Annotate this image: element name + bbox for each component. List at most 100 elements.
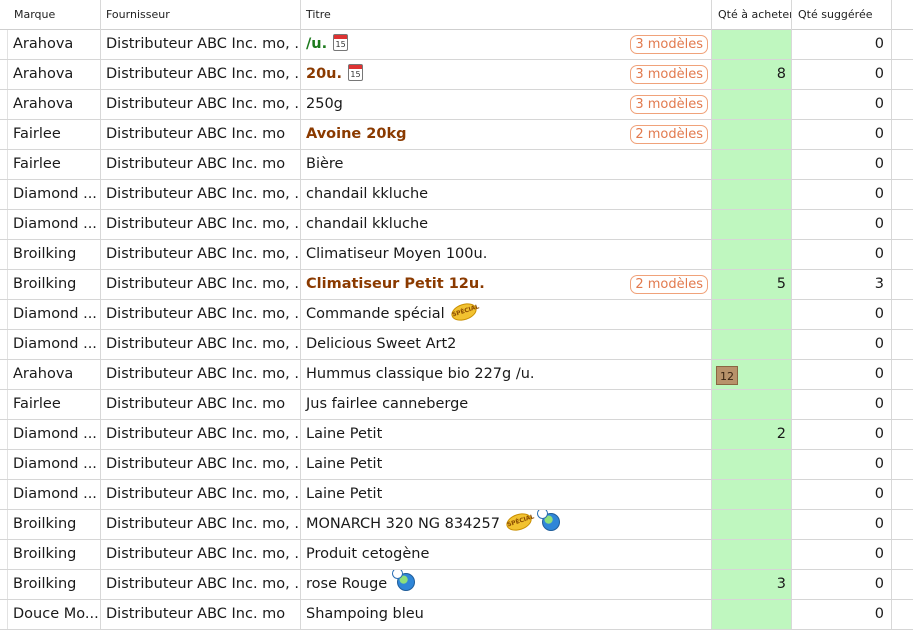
row-indicator[interactable]	[0, 390, 8, 419]
table-row[interactable]: Broilking Distributeur ABC Inc. mo, ... Cl…	[0, 270, 913, 300]
table-row[interactable]: Broilking Distributeur ABC Inc. mo, ... ro…	[0, 570, 913, 600]
titre-text: Climatiseur Moyen 100u.	[306, 246, 488, 262]
row-indicator[interactable]	[0, 480, 8, 509]
cell-fournisseur: Distributeur ABC Inc. mo, ...	[101, 360, 301, 389]
cell-extra	[892, 270, 913, 299]
row-indicator[interactable]	[0, 600, 8, 629]
qty-to-buy-input[interactable]	[712, 390, 792, 419]
column-header-titre[interactable]: Titre	[301, 0, 712, 30]
qty-to-buy-input[interactable]	[712, 600, 792, 629]
qty-to-buy-input[interactable]	[712, 180, 792, 209]
cell-fournisseur: Distributeur ABC Inc. mo	[101, 600, 301, 629]
row-indicator[interactable]	[0, 120, 8, 149]
models-badge[interactable]: 3 modèles	[630, 95, 708, 114]
table-row[interactable]: Diamond ... Distributeur ABC Inc. mo, ...…	[0, 180, 913, 210]
table-row[interactable]: Douce Mo... Distributeur ABC Inc. mo Shamp…	[0, 600, 913, 630]
row-indicator[interactable]	[0, 180, 8, 209]
table-row[interactable]: Fairlee Distributeur ABC Inc. mo Avoine 20…	[0, 120, 913, 150]
table-row[interactable]: Arahova Distributeur ABC Inc. mo, ... Humm…	[0, 360, 913, 390]
titre-text: Bière	[306, 156, 344, 172]
cell-extra	[892, 330, 913, 359]
column-header-extra[interactable]	[892, 0, 913, 30]
row-indicator[interactable]	[0, 90, 8, 119]
cell-qty-suggested: 0	[792, 150, 892, 179]
cell-qty-suggested: 0	[792, 480, 892, 509]
cell-titre: Jus fairlee canneberge	[301, 390, 712, 419]
table-row[interactable]: Diamond ... Distributeur ABC Inc. mo, ...…	[0, 450, 913, 480]
qty-to-buy-input[interactable]	[712, 330, 792, 359]
table-row[interactable]: Broilking Distributeur ABC Inc. mo, ... Cl…	[0, 240, 913, 270]
titre-text: Laine Petit	[306, 426, 383, 442]
qty-to-buy-input[interactable]: 12	[712, 360, 792, 389]
table-row[interactable]: Diamond ... Distributeur ABC Inc. mo, ...…	[0, 330, 913, 360]
cell-titre: Climatiseur Moyen 100u.	[301, 240, 712, 269]
column-header-qte-acheter[interactable]: Qté à acheter	[712, 0, 792, 30]
cell-fournisseur: Distributeur ABC Inc. mo, ...	[101, 300, 301, 329]
cell-titre: Laine Petit	[301, 420, 712, 449]
qty-to-buy-input[interactable]: 2	[712, 420, 792, 449]
qty-to-buy-input[interactable]	[712, 510, 792, 539]
row-indicator[interactable]	[0, 210, 8, 239]
row-indicator[interactable]	[0, 360, 8, 389]
qty-to-buy-input[interactable]	[712, 120, 792, 149]
cell-qty-suggested: 0	[792, 240, 892, 269]
cell-marque: Arahova	[8, 90, 101, 119]
table-row[interactable]: Diamond ... Distributeur ABC Inc. mo, ...…	[0, 420, 913, 450]
cell-extra	[892, 540, 913, 569]
qty-to-buy-input[interactable]	[712, 300, 792, 329]
qty-to-buy-input[interactable]	[712, 480, 792, 509]
cell-extra	[892, 150, 913, 179]
qty-to-buy-input[interactable]	[712, 240, 792, 269]
row-indicator[interactable]	[0, 30, 8, 59]
models-badge[interactable]: 3 modèles	[630, 35, 708, 54]
qty-to-buy-input[interactable]: 3	[712, 570, 792, 599]
qty-to-buy-input[interactable]	[712, 210, 792, 239]
row-indicator[interactable]	[0, 300, 8, 329]
qty-to-buy-input[interactable]: 8	[712, 60, 792, 89]
qty-to-buy-input[interactable]	[712, 450, 792, 479]
row-indicator[interactable]	[0, 510, 8, 539]
models-badge[interactable]: 3 modèles	[630, 65, 708, 84]
table-row[interactable]: Broilking Distributeur ABC Inc. mo, ... MO…	[0, 510, 913, 540]
qty-to-buy-input[interactable]	[712, 540, 792, 569]
cell-titre: Climatiseur Petit 12u. 2 modèles	[301, 270, 712, 299]
table-row[interactable]: Diamond ... Distributeur ABC Inc. mo, ...…	[0, 300, 913, 330]
row-indicator[interactable]	[0, 450, 8, 479]
row-indicator[interactable]	[0, 570, 8, 599]
models-badge[interactable]: 2 modèles	[630, 275, 708, 294]
cell-titre: rose Rouge	[301, 570, 712, 599]
cell-qty-suggested: 0	[792, 420, 892, 449]
titre-text: rose Rouge	[306, 576, 388, 592]
table-row[interactable]: Arahova Distributeur ABC Inc. mo, ... 250g…	[0, 90, 913, 120]
row-indicator[interactable]	[0, 420, 8, 449]
row-indicator[interactable]	[0, 150, 8, 179]
row-indicator[interactable]	[0, 270, 8, 299]
table-row[interactable]: Fairlee Distributeur ABC Inc. mo Jus fairl…	[0, 390, 913, 420]
qty-to-buy-input[interactable]	[712, 30, 792, 59]
table-row[interactable]: Diamond ... Distributeur ABC Inc. mo, ...…	[0, 480, 913, 510]
table-row[interactable]: Arahova Distributeur ABC Inc. mo, ... 20u.…	[0, 60, 913, 90]
titre-text: Climatiseur Petit 12u.	[306, 276, 485, 292]
table-row[interactable]: Broilking Distributeur ABC Inc. mo, ... Pr…	[0, 540, 913, 570]
titre-text: Delicious Sweet Art2	[306, 336, 457, 352]
row-indicator[interactable]	[0, 240, 8, 269]
cell-fournisseur: Distributeur ABC Inc. mo, ...	[101, 90, 301, 119]
cell-titre: Hummus classique bio 227g /u.	[301, 360, 712, 389]
column-header-fournisseur[interactable]: Fournisseur	[101, 0, 301, 30]
column-header-qte-suggeree[interactable]: Qté suggérée	[792, 0, 892, 30]
cell-extra	[892, 480, 913, 509]
table-row[interactable]: Diamond ... Distributeur ABC Inc. mo, ...…	[0, 210, 913, 240]
row-indicator[interactable]	[0, 60, 8, 89]
table-row[interactable]: Arahova Distributeur ABC Inc. mo, ... /u. 1…	[0, 30, 913, 60]
qty-to-buy-input[interactable]: 5	[712, 270, 792, 299]
qty-to-buy-input[interactable]	[712, 90, 792, 119]
cell-titre: Bière	[301, 150, 712, 179]
row-indicator[interactable]	[0, 540, 8, 569]
table-row[interactable]: Fairlee Distributeur ABC Inc. mo Bière 0	[0, 150, 913, 180]
models-badge[interactable]: 2 modèles	[630, 125, 708, 144]
cell-marque: Broilking	[8, 540, 101, 569]
row-indicator[interactable]	[0, 330, 8, 359]
cell-extra	[892, 510, 913, 539]
qty-to-buy-input[interactable]	[712, 150, 792, 179]
column-header-marque[interactable]: Marque	[0, 0, 101, 30]
